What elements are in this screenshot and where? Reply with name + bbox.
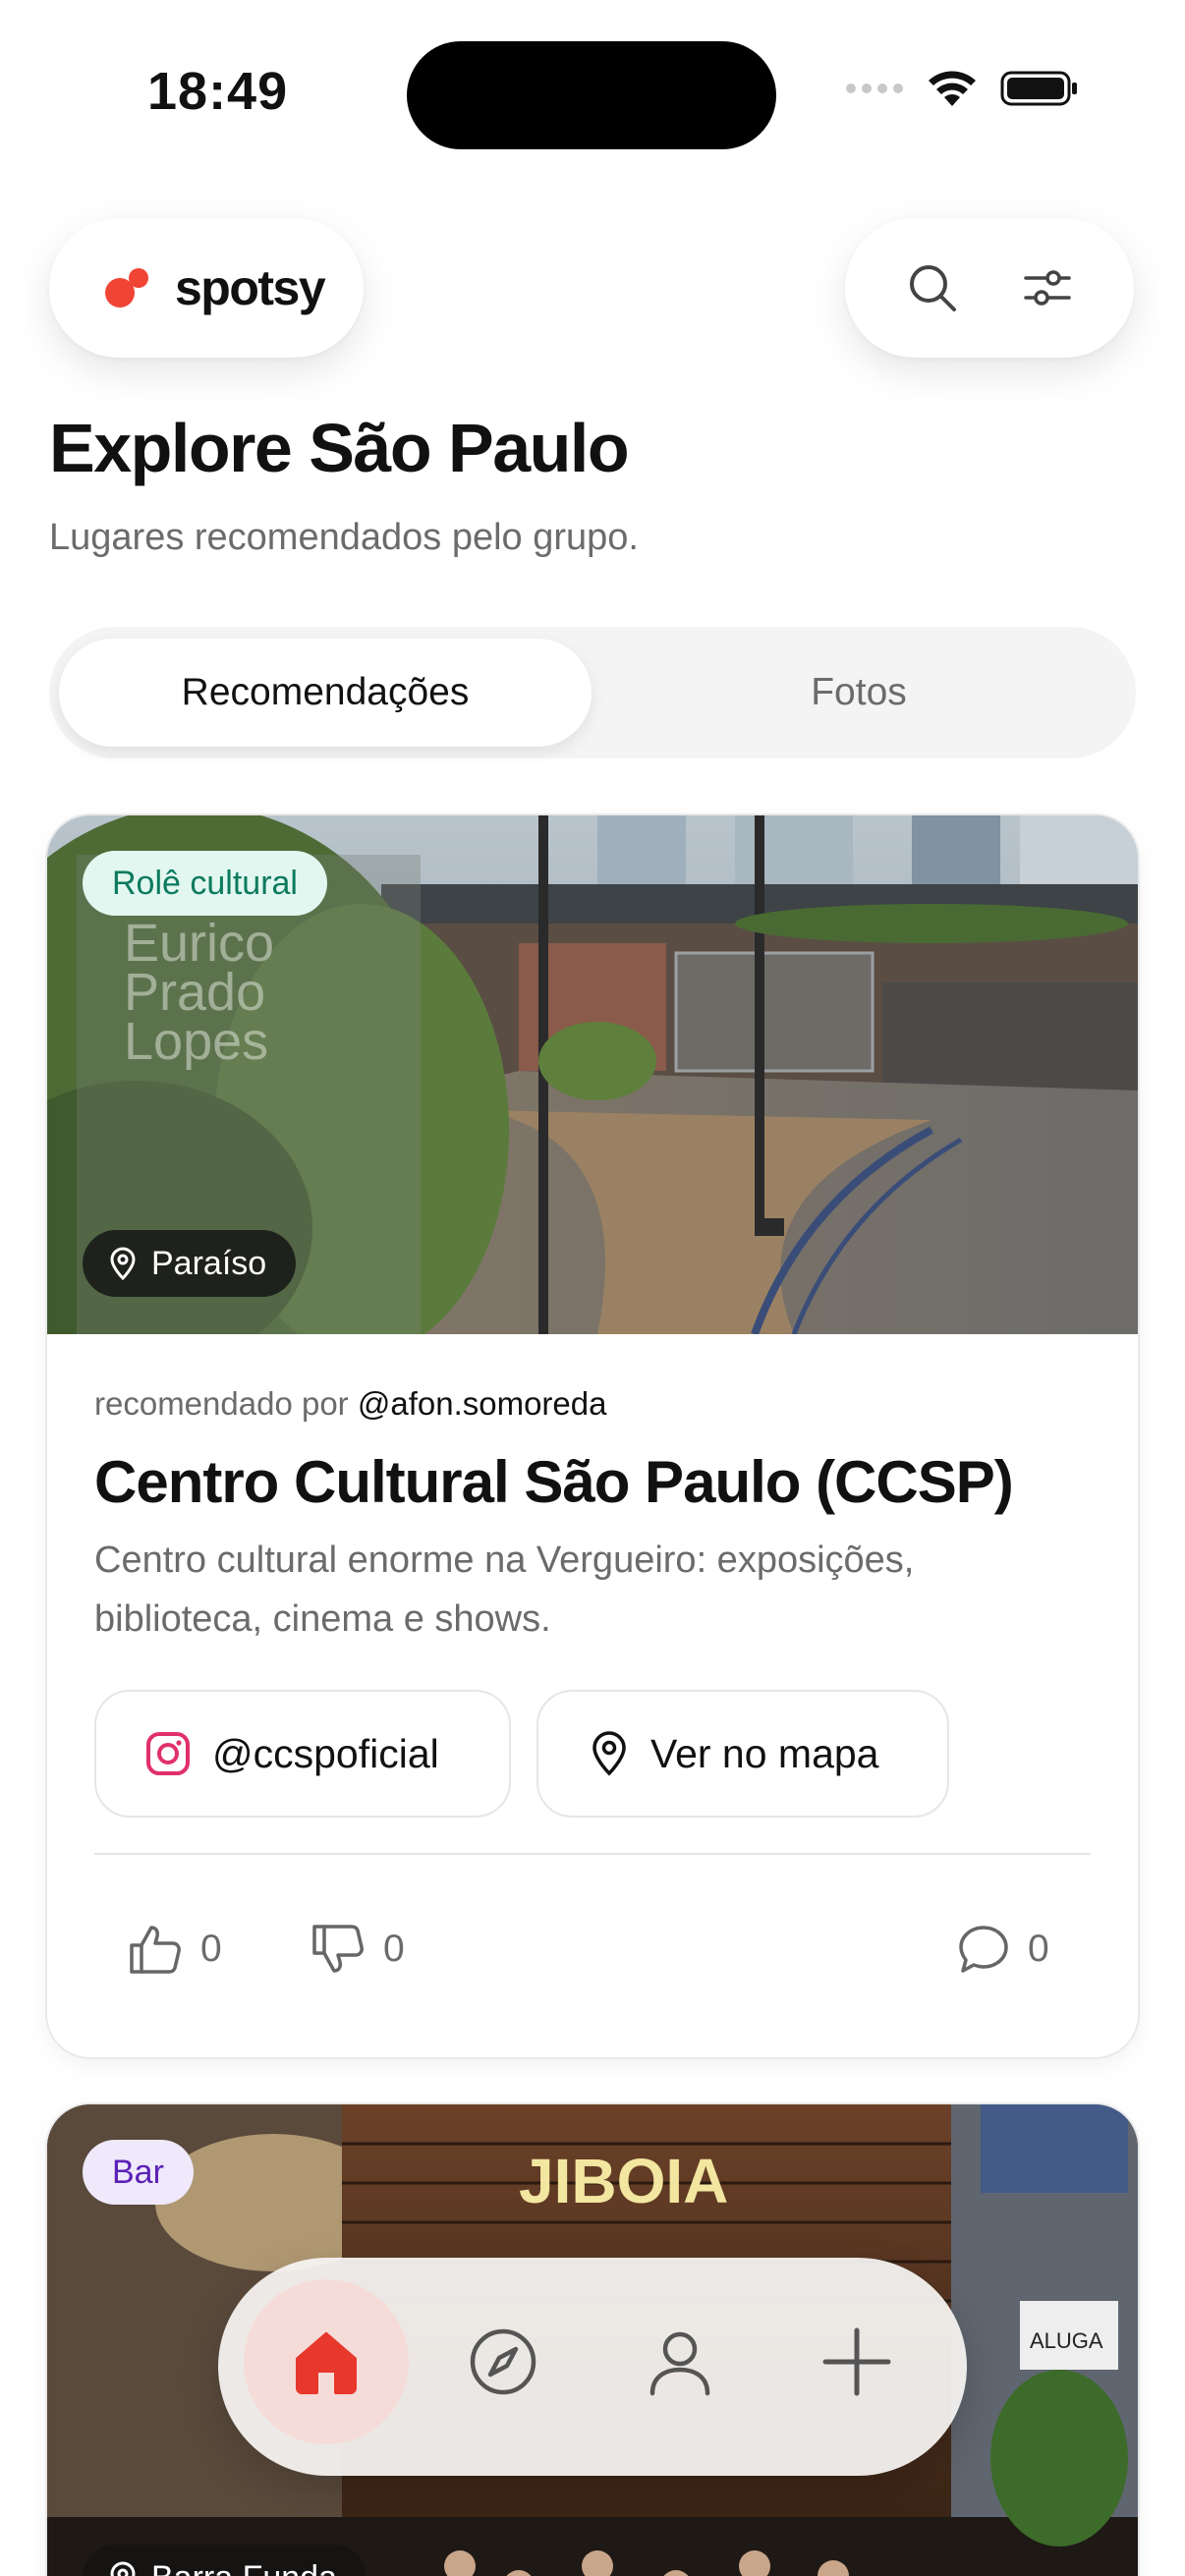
thumbs-down-icon xyxy=(312,1925,364,1973)
wifi-icon xyxy=(929,71,976,106)
recommended-by: recomendado por @afon.somoreda xyxy=(94,1385,606,1423)
category-chip: Bar xyxy=(83,2140,194,2205)
map-pin-icon xyxy=(110,2561,136,2576)
instagram-icon xyxy=(146,1732,190,1775)
location-label: Paraíso xyxy=(151,1244,267,1282)
status-bar: 18:49 xyxy=(0,0,1185,187)
bottom-nav xyxy=(218,2258,967,2476)
like-count: 0 xyxy=(200,1928,222,1970)
comment-button[interactable]: 0 xyxy=(957,1924,1049,1975)
status-time: 18:49 xyxy=(147,62,289,121)
recommended-prefix: recomendado por xyxy=(94,1385,349,1422)
instagram-handle: @ccspoficial xyxy=(212,1730,439,1776)
page-subtitle: Lugares recomendados pelo grupo. xyxy=(49,517,639,558)
sign-text: JIBOIA xyxy=(519,2146,728,2216)
status-icons xyxy=(845,69,1079,108)
dislike-count: 0 xyxy=(383,1928,405,1970)
map-pin-icon xyxy=(110,1247,136,1280)
user-icon xyxy=(649,2331,710,2396)
search-icon xyxy=(909,265,956,311)
instagram-button[interactable]: @ccspoficial xyxy=(94,1690,511,1818)
location-chip: Barra Funda xyxy=(83,2545,367,2576)
logo-pill[interactable]: spotsy xyxy=(49,218,364,358)
filter-button[interactable] xyxy=(1008,249,1087,327)
place-title: Centro Cultural São Paulo (CCSP) xyxy=(94,1449,1014,1515)
sliders-icon xyxy=(1023,270,1071,306)
dislike-button[interactable]: 0 xyxy=(310,1924,405,1975)
category-chip: Rolê cultural xyxy=(83,851,327,916)
page-title: Explore São Paulo xyxy=(49,410,630,486)
location-chip: Paraíso xyxy=(83,1230,297,1297)
view-map-button[interactable]: Ver no mapa xyxy=(536,1690,949,1818)
signal-icon xyxy=(846,84,903,93)
home-icon xyxy=(296,2332,357,2394)
nav-add[interactable] xyxy=(774,2279,939,2444)
battery-icon xyxy=(1000,71,1077,106)
sign-text: ALUGA xyxy=(1030,2328,1103,2353)
dynamic-island xyxy=(407,41,776,149)
comment-icon xyxy=(959,1926,1008,1973)
logo-text: spotsy xyxy=(175,260,326,315)
header-actions xyxy=(845,218,1134,358)
comment-count: 0 xyxy=(1028,1928,1049,1970)
nav-profile[interactable] xyxy=(597,2279,762,2444)
view-map-label: Ver no mapa xyxy=(650,1730,879,1776)
location-label: Barra Funda xyxy=(151,2559,337,2576)
recommended-user[interactable]: @afon.somoreda xyxy=(358,1385,607,1422)
compass-icon xyxy=(470,2328,536,2395)
like-button[interactable]: 0 xyxy=(128,1924,222,1975)
place-description: Centro cultural enorme na Vergueiro: exp… xyxy=(94,1540,915,1640)
segmented-tabs: Recomendações Fotos xyxy=(49,627,1136,758)
tab-fotos[interactable]: Fotos xyxy=(592,639,1126,747)
nav-explore[interactable] xyxy=(421,2279,586,2444)
place-photo[interactable]: Eurico Prado Lopes Rolê cultural Paraíso xyxy=(47,815,1138,1334)
card-divider xyxy=(94,1853,1091,1855)
nav-home[interactable] xyxy=(244,2279,409,2444)
map-pin-icon xyxy=(592,1731,626,1776)
thumbs-up-icon xyxy=(130,1926,181,1974)
spotsy-logo-icon xyxy=(105,268,148,308)
plus-icon xyxy=(822,2327,891,2396)
photo-wall-text: Lopes xyxy=(124,1012,268,1071)
search-button[interactable] xyxy=(893,249,972,327)
tab-recomendacoes[interactable]: Recomendações xyxy=(59,639,592,747)
place-card[interactable]: Eurico Prado Lopes Rolê cultural Paraíso… xyxy=(47,815,1138,2057)
